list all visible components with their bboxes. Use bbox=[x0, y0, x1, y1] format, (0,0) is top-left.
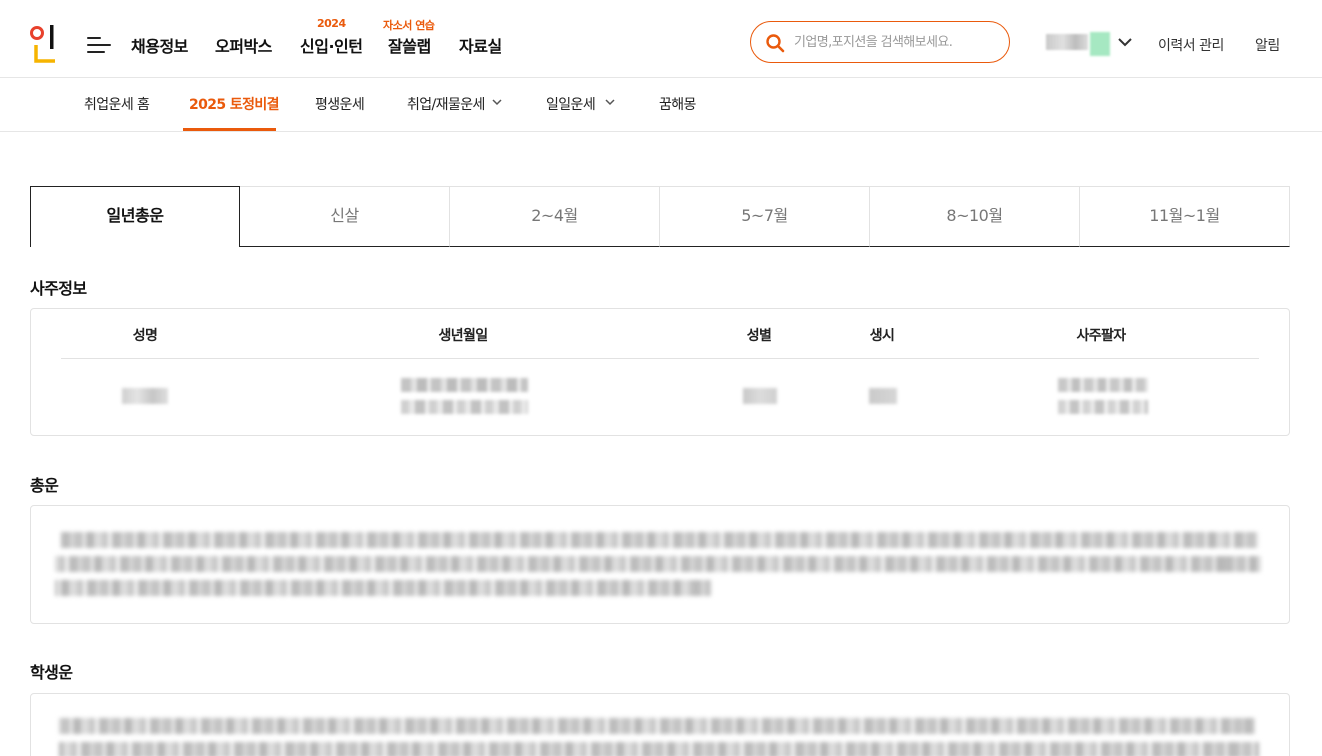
tab-may-jul[interactable]: 5~7월 bbox=[660, 186, 870, 247]
nav-newcomer-badge: 2024 bbox=[317, 17, 346, 30]
blurred-text-line bbox=[61, 532, 1259, 548]
column-header-name: 성명 bbox=[132, 328, 158, 344]
tab-feb-apr[interactable]: 2~4월 bbox=[450, 186, 660, 247]
saju-palja-value-blurred-2 bbox=[1058, 400, 1148, 414]
tab-nov-jan[interactable]: 11월~1월 bbox=[1080, 186, 1290, 247]
nav-jobs[interactable]: 채용정보 bbox=[131, 33, 188, 57]
table-divider bbox=[61, 358, 1259, 359]
birth-hour-value-blurred bbox=[869, 388, 897, 404]
column-header-gender: 성별 bbox=[746, 328, 772, 344]
subnav-item-dream[interactable]: 꿈해몽 bbox=[659, 94, 696, 114]
sub-navigation: 취업운세 홈 2025 토정비결 평생운세 취업/재물운세 일일운세 꿈해몽 bbox=[0, 78, 1322, 132]
chevron-down-icon[interactable] bbox=[605, 99, 615, 106]
menu-icon[interactable] bbox=[87, 37, 111, 55]
search-input[interactable] bbox=[794, 30, 999, 54]
chevron-down-icon[interactable] bbox=[1117, 36, 1133, 48]
subnav-item-daily[interactable]: 일일운세 bbox=[546, 94, 596, 114]
period-tabs: 일년총운 신살 2~4월 5~7월 8~10월 11월~1월 bbox=[30, 186, 1290, 247]
chevron-down-icon[interactable] bbox=[492, 99, 502, 106]
birthdate-value-blurred bbox=[401, 378, 528, 392]
name-value-blurred bbox=[122, 388, 168, 404]
student-fortune-box bbox=[30, 693, 1290, 756]
nav-resources[interactable]: 자료실 bbox=[459, 33, 502, 57]
saju-palja-value-blurred bbox=[1058, 378, 1148, 392]
subnav-item-lifetime[interactable]: 평생운세 bbox=[315, 94, 365, 114]
nav-newcomer-intern[interactable]: 신입·인턴 bbox=[300, 33, 363, 57]
subnav-item-tojeong[interactable]: 2025 토정비결 bbox=[189, 94, 280, 114]
resume-manage-link[interactable]: 이력서 관리 bbox=[1158, 35, 1224, 55]
tab-sinsal[interactable]: 신살 bbox=[240, 186, 450, 247]
tab-aug-oct[interactable]: 8~10월 bbox=[870, 186, 1080, 247]
logo[interactable] bbox=[29, 25, 59, 65]
saju-section-title: 사주정보 bbox=[30, 279, 87, 298]
birthdate-value-blurred-2 bbox=[401, 400, 528, 414]
tab-yearly-total[interactable]: 일년총운 bbox=[30, 186, 240, 247]
student-fortune-title: 학생운 bbox=[30, 663, 73, 682]
nav-writelab-badge: 자소서 연습 bbox=[383, 19, 435, 32]
gender-value-blurred bbox=[743, 388, 777, 404]
nav-writelab[interactable]: 잘쓸랩 bbox=[388, 33, 431, 57]
saju-table: 성명 생년월일 성별 생시 사주팔자 bbox=[30, 308, 1290, 436]
nav-offerbox[interactable]: 오퍼박스 bbox=[215, 33, 272, 57]
subnav-item-home[interactable]: 취업운세 홈 bbox=[84, 94, 150, 114]
blurred-text-line bbox=[59, 718, 1255, 734]
top-header: 채용정보 오퍼박스 2024 신입·인턴 자소서 연습 잘쓸랩 자료실 이력서 … bbox=[0, 0, 1322, 78]
user-name-blurred[interactable] bbox=[1046, 32, 1114, 58]
column-header-birth-hour: 생시 bbox=[869, 328, 895, 344]
blurred-text-line bbox=[59, 742, 1259, 756]
total-fortune-box bbox=[30, 505, 1290, 624]
column-header-birthdate: 생년월일 bbox=[438, 328, 488, 344]
search-box bbox=[750, 21, 1010, 63]
notifications-link[interactable]: 알림 bbox=[1255, 35, 1280, 55]
active-underline bbox=[183, 128, 276, 131]
blurred-text-line bbox=[55, 580, 711, 596]
search-icon[interactable] bbox=[765, 33, 785, 53]
blurred-text-line bbox=[55, 556, 1261, 572]
total-fortune-title: 총운 bbox=[30, 476, 59, 495]
subnav-item-job-wealth[interactable]: 취업/재물운세 bbox=[407, 94, 485, 114]
column-header-saju-palja: 사주팔자 bbox=[1076, 328, 1126, 344]
